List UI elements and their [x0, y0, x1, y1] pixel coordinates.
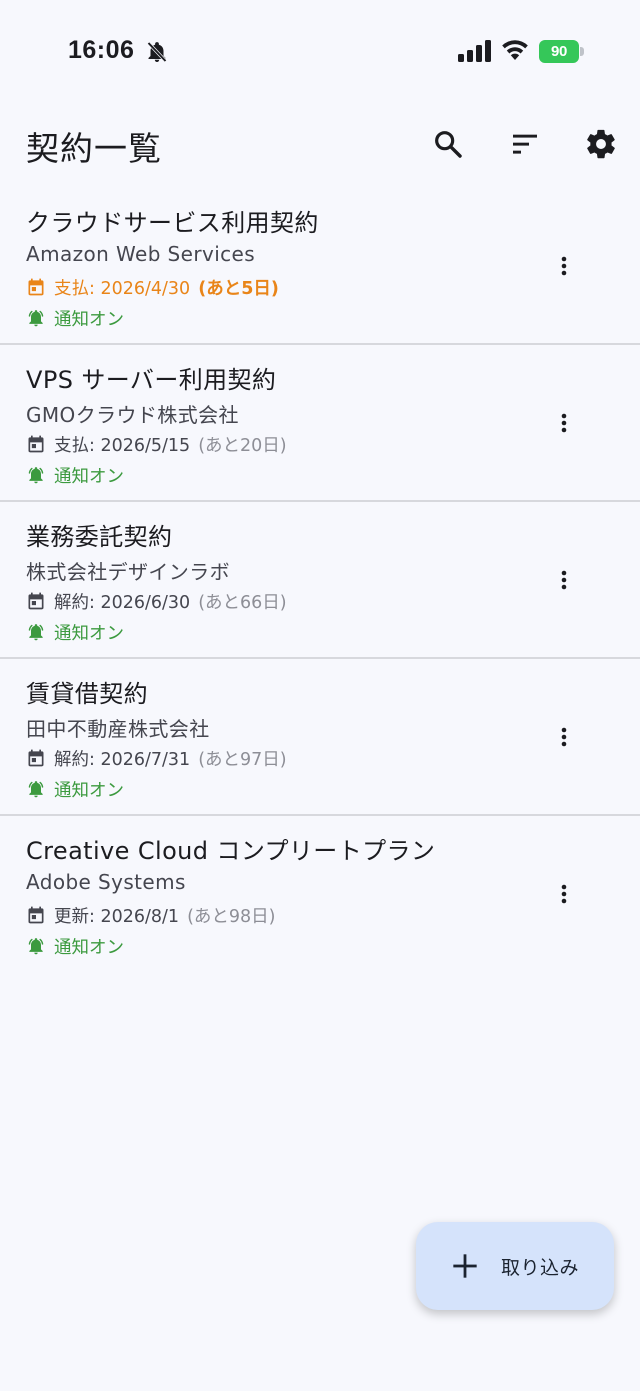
contract-company: 株式会社デザインラボ — [26, 560, 230, 584]
more-options-button[interactable] — [544, 246, 584, 286]
bell-off-icon — [147, 41, 167, 63]
more-options-button[interactable] — [544, 717, 584, 757]
sort-icon — [513, 134, 537, 154]
notification-label: 通知オン — [54, 309, 124, 330]
contract-title: VPS サーバー利用契約 — [26, 366, 277, 394]
notification-status: 通知オン — [26, 307, 124, 330]
notification-status: 通知オン — [26, 778, 124, 801]
contract-company: GMOクラウド株式会社 — [26, 403, 239, 427]
more-vert-icon — [561, 570, 567, 590]
contract-title: 業務委託契約 — [26, 523, 173, 551]
settings-button[interactable] — [579, 122, 623, 166]
calendar-icon — [28, 435, 44, 453]
alarm-bell-icon — [28, 624, 44, 641]
more-options-button[interactable] — [544, 560, 584, 600]
search-icon — [435, 131, 462, 158]
contract-company: 田中不動産株式会社 — [26, 717, 210, 741]
contract-list: クラウドサービス利用契約 Amazon Web Services 支払: 202… — [0, 188, 640, 973]
contract-date-row: 解約: 2026/7/31 (あと97日) — [26, 747, 287, 770]
contract-remaining-days: (あと20日) — [198, 435, 287, 456]
import-fab-button[interactable]: 取り込み — [416, 1222, 614, 1310]
app-bar: 契約一覧 — [0, 100, 640, 190]
contract-list-screen: 16:06 90 契約一覧 クラウドサービス利用契約 Amazon Web Se… — [0, 0, 640, 1391]
alarm-bell-icon — [28, 310, 44, 327]
page-title: 契約一覧 — [26, 129, 162, 168]
contract-date-row: 支払: 2026/5/15 (あと20日) — [26, 433, 287, 456]
contract-remaining-days: (あと97日) — [198, 749, 287, 770]
wifi-icon — [502, 40, 528, 60]
contract-title: Creative Cloud コンプリートプラン — [26, 837, 436, 865]
signal-icon — [458, 40, 491, 62]
search-button[interactable] — [426, 122, 470, 166]
contract-list-item[interactable]: 業務委託契約 株式会社デザインラボ 解約: 2026/6/30 (あと66日) … — [0, 502, 640, 659]
plus-icon — [453, 1254, 477, 1278]
contract-date: 解約: 2026/6/30 — [54, 592, 191, 613]
notification-status: 通知オン — [26, 935, 124, 958]
notification-label: 通知オン — [54, 780, 124, 801]
calendar-icon — [28, 592, 44, 610]
battery-icon: 90 — [539, 40, 579, 63]
contract-company: Adobe Systems — [26, 870, 186, 894]
contract-date-row: 更新: 2026/8/1 (あと98日) — [26, 904, 276, 927]
contract-list-item[interactable]: VPS サーバー利用契約 GMOクラウド株式会社 支払: 2026/5/15 (… — [0, 345, 640, 502]
settings-icon — [587, 129, 615, 159]
status-time: 16:06 — [68, 36, 135, 64]
alarm-bell-icon — [28, 467, 44, 484]
contract-title: クラウドサービス利用契約 — [26, 209, 319, 237]
more-options-button[interactable] — [544, 403, 584, 443]
more-options-button[interactable] — [544, 874, 584, 914]
battery-cap — [580, 47, 584, 56]
calendar-icon — [28, 749, 44, 767]
alarm-bell-icon — [28, 781, 44, 798]
contract-company: Amazon Web Services — [26, 242, 256, 266]
alarm-bell-icon — [28, 938, 44, 955]
more-vert-icon — [561, 884, 567, 904]
battery-level: 90 — [550, 43, 568, 60]
contract-remaining-days: (あと66日) — [198, 592, 287, 613]
notification-status: 通知オン — [26, 621, 124, 644]
more-vert-icon — [561, 727, 567, 747]
notification-label: 通知オン — [54, 623, 124, 644]
status-bar: 16:06 90 — [0, 0, 640, 100]
contract-date: 解約: 2026/7/31 — [54, 749, 191, 770]
notification-label: 通知オン — [54, 937, 124, 958]
notification-label: 通知オン — [54, 466, 124, 487]
more-vert-icon — [561, 413, 567, 433]
more-vert-icon — [561, 256, 567, 276]
contract-title: 賃貸借契約 — [26, 680, 148, 708]
contract-date-row: 支払: 2026/4/30 (あと5日) — [26, 276, 279, 299]
contract-date: 支払: 2026/4/30 — [54, 278, 191, 299]
contract-list-item[interactable]: クラウドサービス利用契約 Amazon Web Services 支払: 202… — [0, 188, 640, 345]
contract-list-item[interactable]: Creative Cloud コンプリートプラン Adobe Systems 更… — [0, 816, 640, 973]
notification-status: 通知オン — [26, 464, 124, 487]
calendar-icon — [28, 906, 44, 924]
calendar-icon — [28, 278, 44, 296]
contract-date: 支払: 2026/5/15 — [54, 435, 191, 456]
contract-remaining-days: (あと98日) — [187, 906, 276, 927]
sort-button[interactable] — [503, 122, 547, 166]
contract-date: 更新: 2026/8/1 — [54, 906, 180, 927]
contract-date-row: 解約: 2026/6/30 (あと66日) — [26, 590, 287, 613]
import-fab-label: 取り込み — [500, 1256, 579, 1279]
contract-remaining-days: (あと5日) — [198, 278, 279, 299]
contract-list-item[interactable]: 賃貸借契約 田中不動産株式会社 解約: 2026/7/31 (あと97日) 通知… — [0, 659, 640, 816]
